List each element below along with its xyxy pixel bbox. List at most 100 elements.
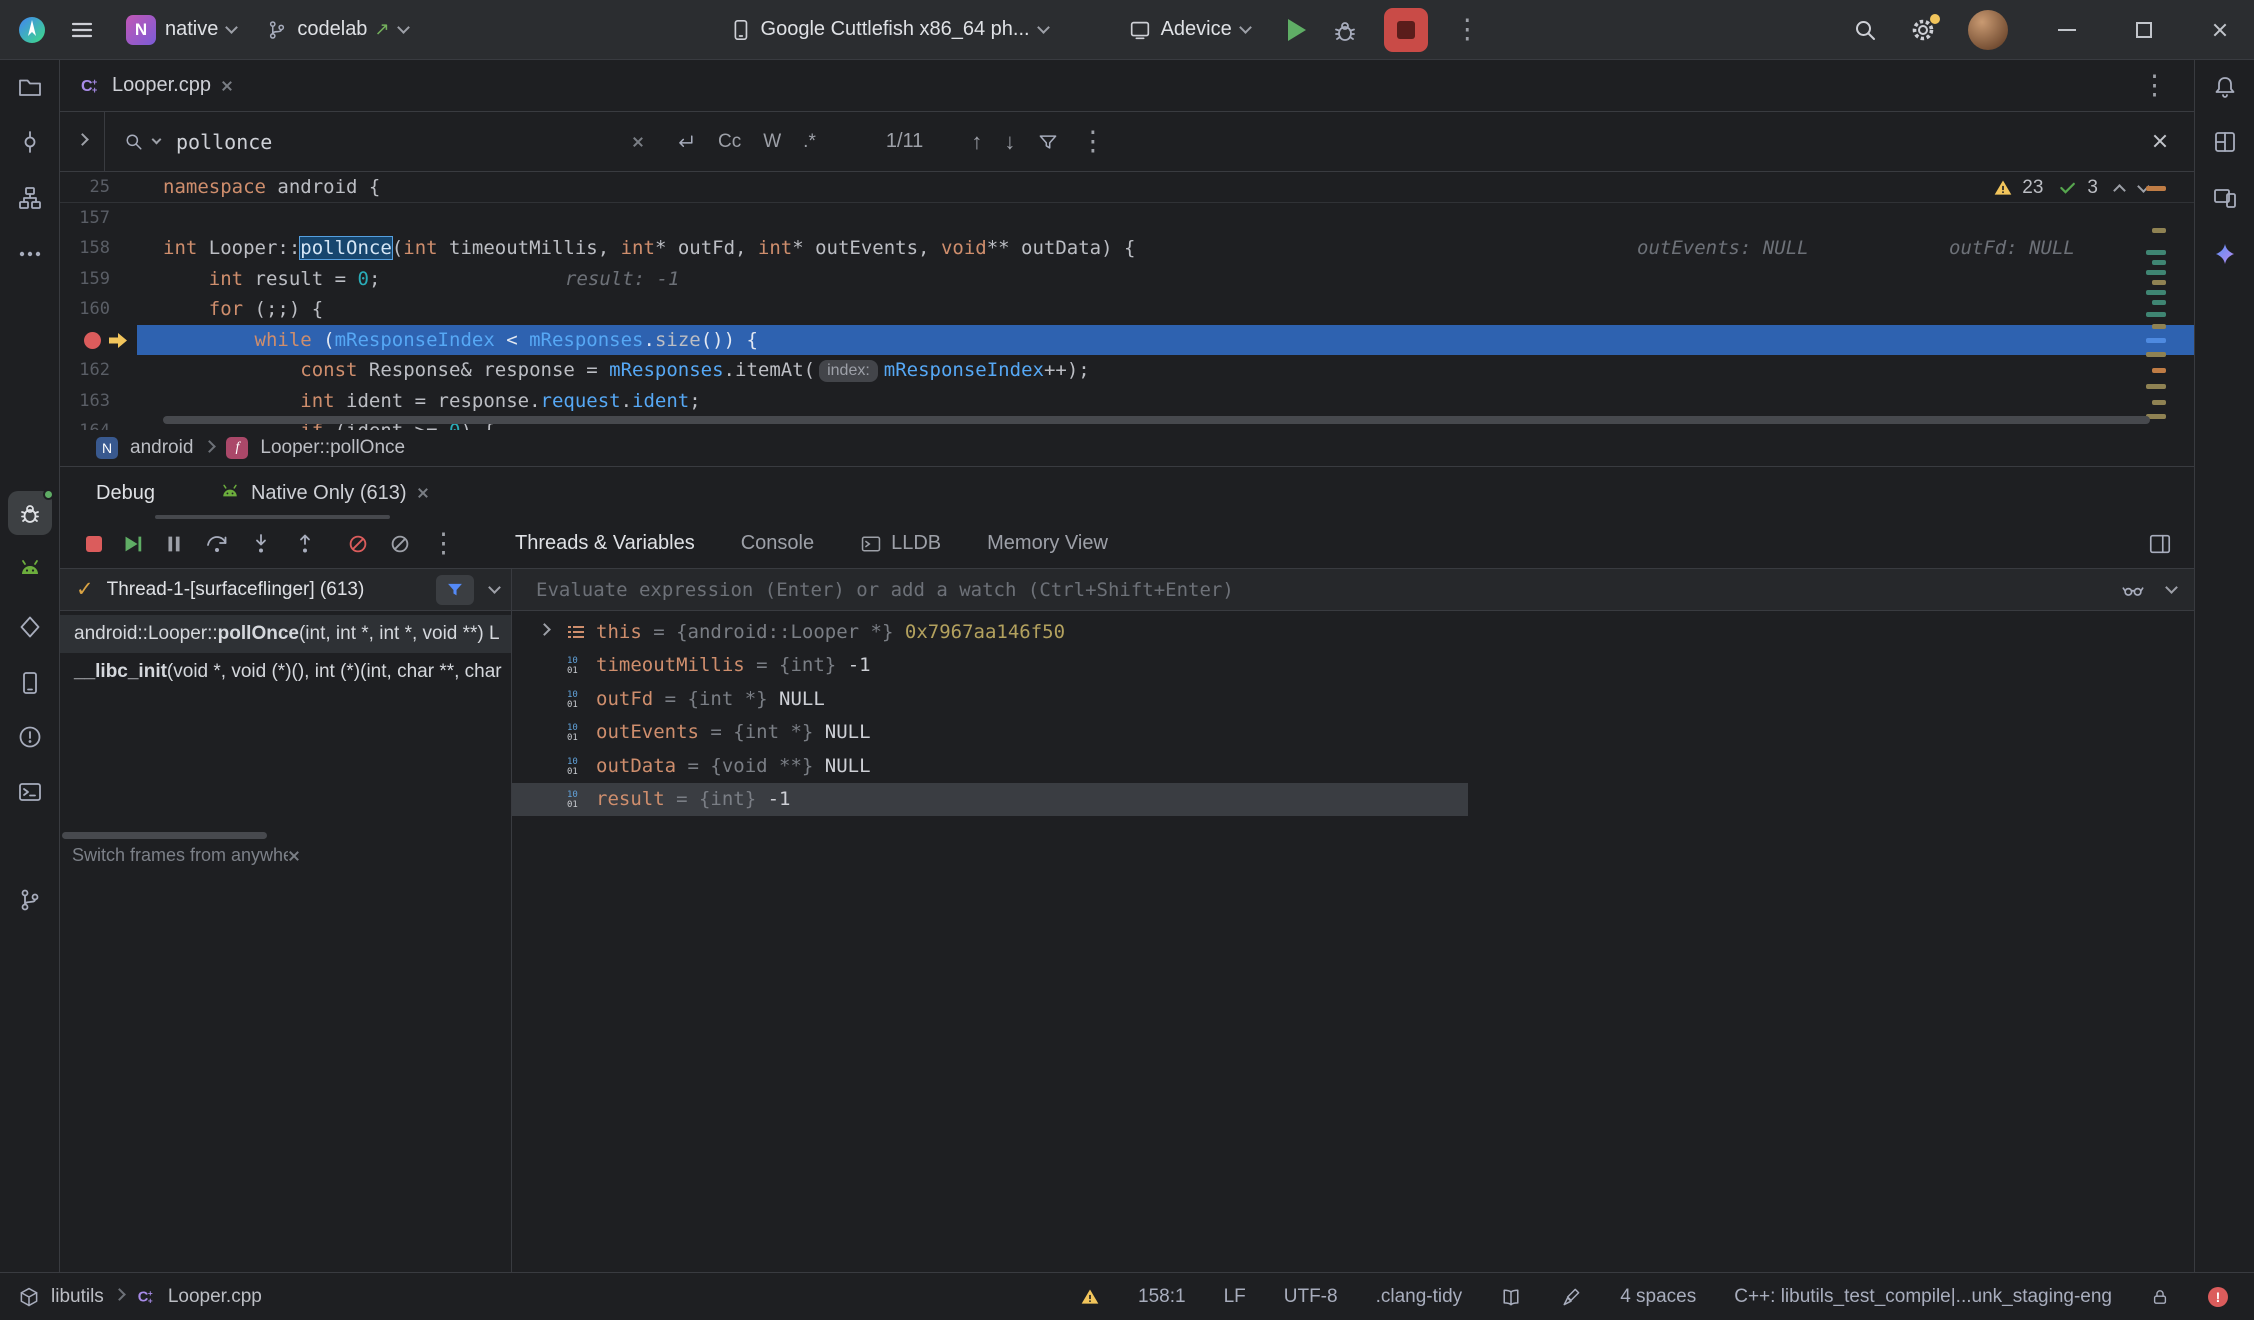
next-match-button[interactable] xyxy=(1004,129,1015,155)
stripe-mark[interactable] xyxy=(2152,368,2166,373)
expand-chevron-icon[interactable] xyxy=(540,629,566,634)
window-minimize-button[interactable] xyxy=(2058,29,2076,31)
code-line[interactable]: 158int Looper::pollOnce(int timeoutMilli… xyxy=(60,233,2194,264)
debug-session-tab[interactable]: Native Only (613) xyxy=(219,482,429,505)
caret-position[interactable]: 158:1 xyxy=(1138,1286,1186,1308)
stop-process-button[interactable] xyxy=(86,536,102,552)
code-text[interactable]: const Response& response = mResponses.it… xyxy=(137,355,2194,386)
editor-tab-looper-cpp[interactable]: C + + Looper.cpp xyxy=(60,60,251,111)
expand-replace-button[interactable] xyxy=(60,139,104,144)
project-selector[interactable]: N native xyxy=(116,9,246,51)
code-line[interactable]: 159 int result = 0;result: -1 xyxy=(60,264,2194,295)
warning-icon[interactable] xyxy=(1080,1287,1100,1307)
code-text[interactable]: namespace android { xyxy=(137,172,2194,202)
code-text[interactable]: for (;;) { xyxy=(137,294,2194,325)
variable-row-outData[interactable]: 1001outData = {void **} NULL xyxy=(512,749,2194,783)
filter-frames-button[interactable] xyxy=(436,575,474,605)
device-selector[interactable]: Google Cuttlefish x86_64 ph... xyxy=(718,12,1058,48)
status-file[interactable]: Looper.cpp xyxy=(168,1286,262,1308)
close-session-icon[interactable] xyxy=(417,487,429,499)
tab-close-icon[interactable] xyxy=(221,80,233,92)
problems-tool-button[interactable] xyxy=(17,724,43,750)
stop-button[interactable] xyxy=(1384,8,1428,52)
device-manager-button[interactable] xyxy=(17,670,43,696)
regex-toggle[interactable]: .* xyxy=(803,131,816,153)
more-actions-button[interactable] xyxy=(1454,14,1481,45)
gutter[interactable]: 162 xyxy=(60,355,137,386)
status-module[interactable]: libutils xyxy=(51,1286,104,1308)
inspections-widget[interactable]: 23 3 xyxy=(1993,177,2148,199)
stripe-mark[interactable] xyxy=(2146,384,2166,389)
gutter[interactable]: 163 xyxy=(60,386,137,417)
words-toggle[interactable]: W xyxy=(763,131,781,153)
search-query[interactable]: pollonce xyxy=(176,130,624,154)
gutter[interactable]: 25 xyxy=(60,172,137,202)
mute-breakpoints-button[interactable] xyxy=(346,532,370,556)
breadcrumb-function[interactable]: Looper::pollOnce xyxy=(260,437,405,459)
project-tool-button[interactable] xyxy=(17,74,43,100)
gemini-button[interactable] xyxy=(2212,241,2238,267)
variable-row-outFd[interactable]: 1001outFd = {int *} NULL xyxy=(512,682,2194,716)
breakpoint-icon[interactable] xyxy=(84,332,101,349)
debug-more-button[interactable] xyxy=(430,528,457,559)
terminal-tool-button[interactable] xyxy=(17,779,43,805)
error-stripe[interactable] xyxy=(2144,172,2166,430)
settings-button[interactable] xyxy=(1910,17,1936,43)
code-text[interactable]: while (mResponseIndex < mResponses.size(… xyxy=(137,325,2194,356)
stack-frame[interactable]: android::Looper::pollOnce(int, int *, in… xyxy=(60,615,511,653)
reader-mode-icon[interactable] xyxy=(1500,1286,1522,1308)
previous-match-button[interactable] xyxy=(971,129,982,155)
stripe-mark[interactable] xyxy=(2146,312,2166,317)
window-close-button[interactable] xyxy=(2212,22,2228,38)
step-out-button[interactable] xyxy=(292,531,318,557)
toolchain-label[interactable]: C++: libutils_test_compile|...unk_stagin… xyxy=(1734,1286,2112,1308)
clang-tidy[interactable]: .clang-tidy xyxy=(1376,1286,1463,1308)
debug-tab-threads-variables[interactable]: Threads & Variables xyxy=(515,532,695,555)
filter-search-button[interactable] xyxy=(1037,131,1059,153)
search-everywhere-button[interactable] xyxy=(1852,17,1878,43)
code-line[interactable]: while (mResponseIndex < mResponses.size(… xyxy=(60,325,2194,356)
chevron-down-icon[interactable] xyxy=(2165,581,2178,594)
step-into-button[interactable] xyxy=(248,531,274,557)
debug-tool-button[interactable] xyxy=(8,491,52,535)
running-devices-button[interactable] xyxy=(2212,185,2238,211)
gutter[interactable]: 159 xyxy=(60,264,137,295)
stripe-mark[interactable] xyxy=(2146,250,2166,255)
debug-panel-title[interactable]: Debug xyxy=(96,482,155,505)
stripe-mark[interactable] xyxy=(2152,324,2166,329)
thread-selector[interactable]: Thread-1-[surfaceflinger] (613) xyxy=(60,569,511,611)
indent-setting[interactable]: 4 spaces xyxy=(1620,1286,1696,1308)
structure-tool-button[interactable] xyxy=(17,185,43,211)
stripe-mark[interactable] xyxy=(2146,270,2166,275)
user-avatar[interactable] xyxy=(1968,10,2008,50)
code-line[interactable]: 160 for (;;) { xyxy=(60,294,2194,325)
add-watch-icon[interactable] xyxy=(2121,578,2145,602)
stripe-mark[interactable] xyxy=(2146,352,2166,357)
tab-scrollbar[interactable] xyxy=(155,515,390,519)
newline-button[interactable] xyxy=(674,131,696,153)
stripe-mark[interactable] xyxy=(2146,186,2166,191)
debug-tab-lldb[interactable]: LLDB xyxy=(860,532,941,555)
main-menu-button[interactable] xyxy=(58,12,106,48)
debug-button[interactable] xyxy=(1332,17,1358,43)
resume-button[interactable] xyxy=(120,532,144,556)
code-editor[interactable]: 25namespace android { 157158int Looper::… xyxy=(60,172,2194,430)
logcat-tool-button[interactable] xyxy=(17,557,43,583)
more-tool-windows-button[interactable] xyxy=(17,241,43,267)
pause-button[interactable] xyxy=(162,532,186,556)
dismiss-hint-icon[interactable] xyxy=(288,850,504,862)
variable-row-timeoutMillis[interactable]: 1001timeoutMillis = {int} -1 xyxy=(512,649,2194,683)
version-control-tool-button[interactable] xyxy=(17,887,43,913)
stack-frame[interactable]: __libc_init(void *, void (*)(), int (*)(… xyxy=(60,653,511,691)
vcs-branch-selector[interactable]: codelab ↗ xyxy=(256,12,417,47)
code-text[interactable] xyxy=(137,203,2194,234)
stripe-mark[interactable] xyxy=(2146,290,2166,295)
stripe-mark[interactable] xyxy=(2152,228,2166,233)
error-notification-badge[interactable]: ! xyxy=(2208,1287,2228,1307)
stripe-mark[interactable] xyxy=(2152,400,2166,405)
stripe-mark[interactable] xyxy=(2152,260,2166,265)
notifications-button[interactable] xyxy=(2212,74,2238,100)
lock-icon[interactable] xyxy=(2150,1286,2170,1308)
gutter[interactable]: 164 xyxy=(60,416,137,430)
code-text[interactable]: int Looper::pollOnce(int timeoutMillis, … xyxy=(137,233,2194,264)
